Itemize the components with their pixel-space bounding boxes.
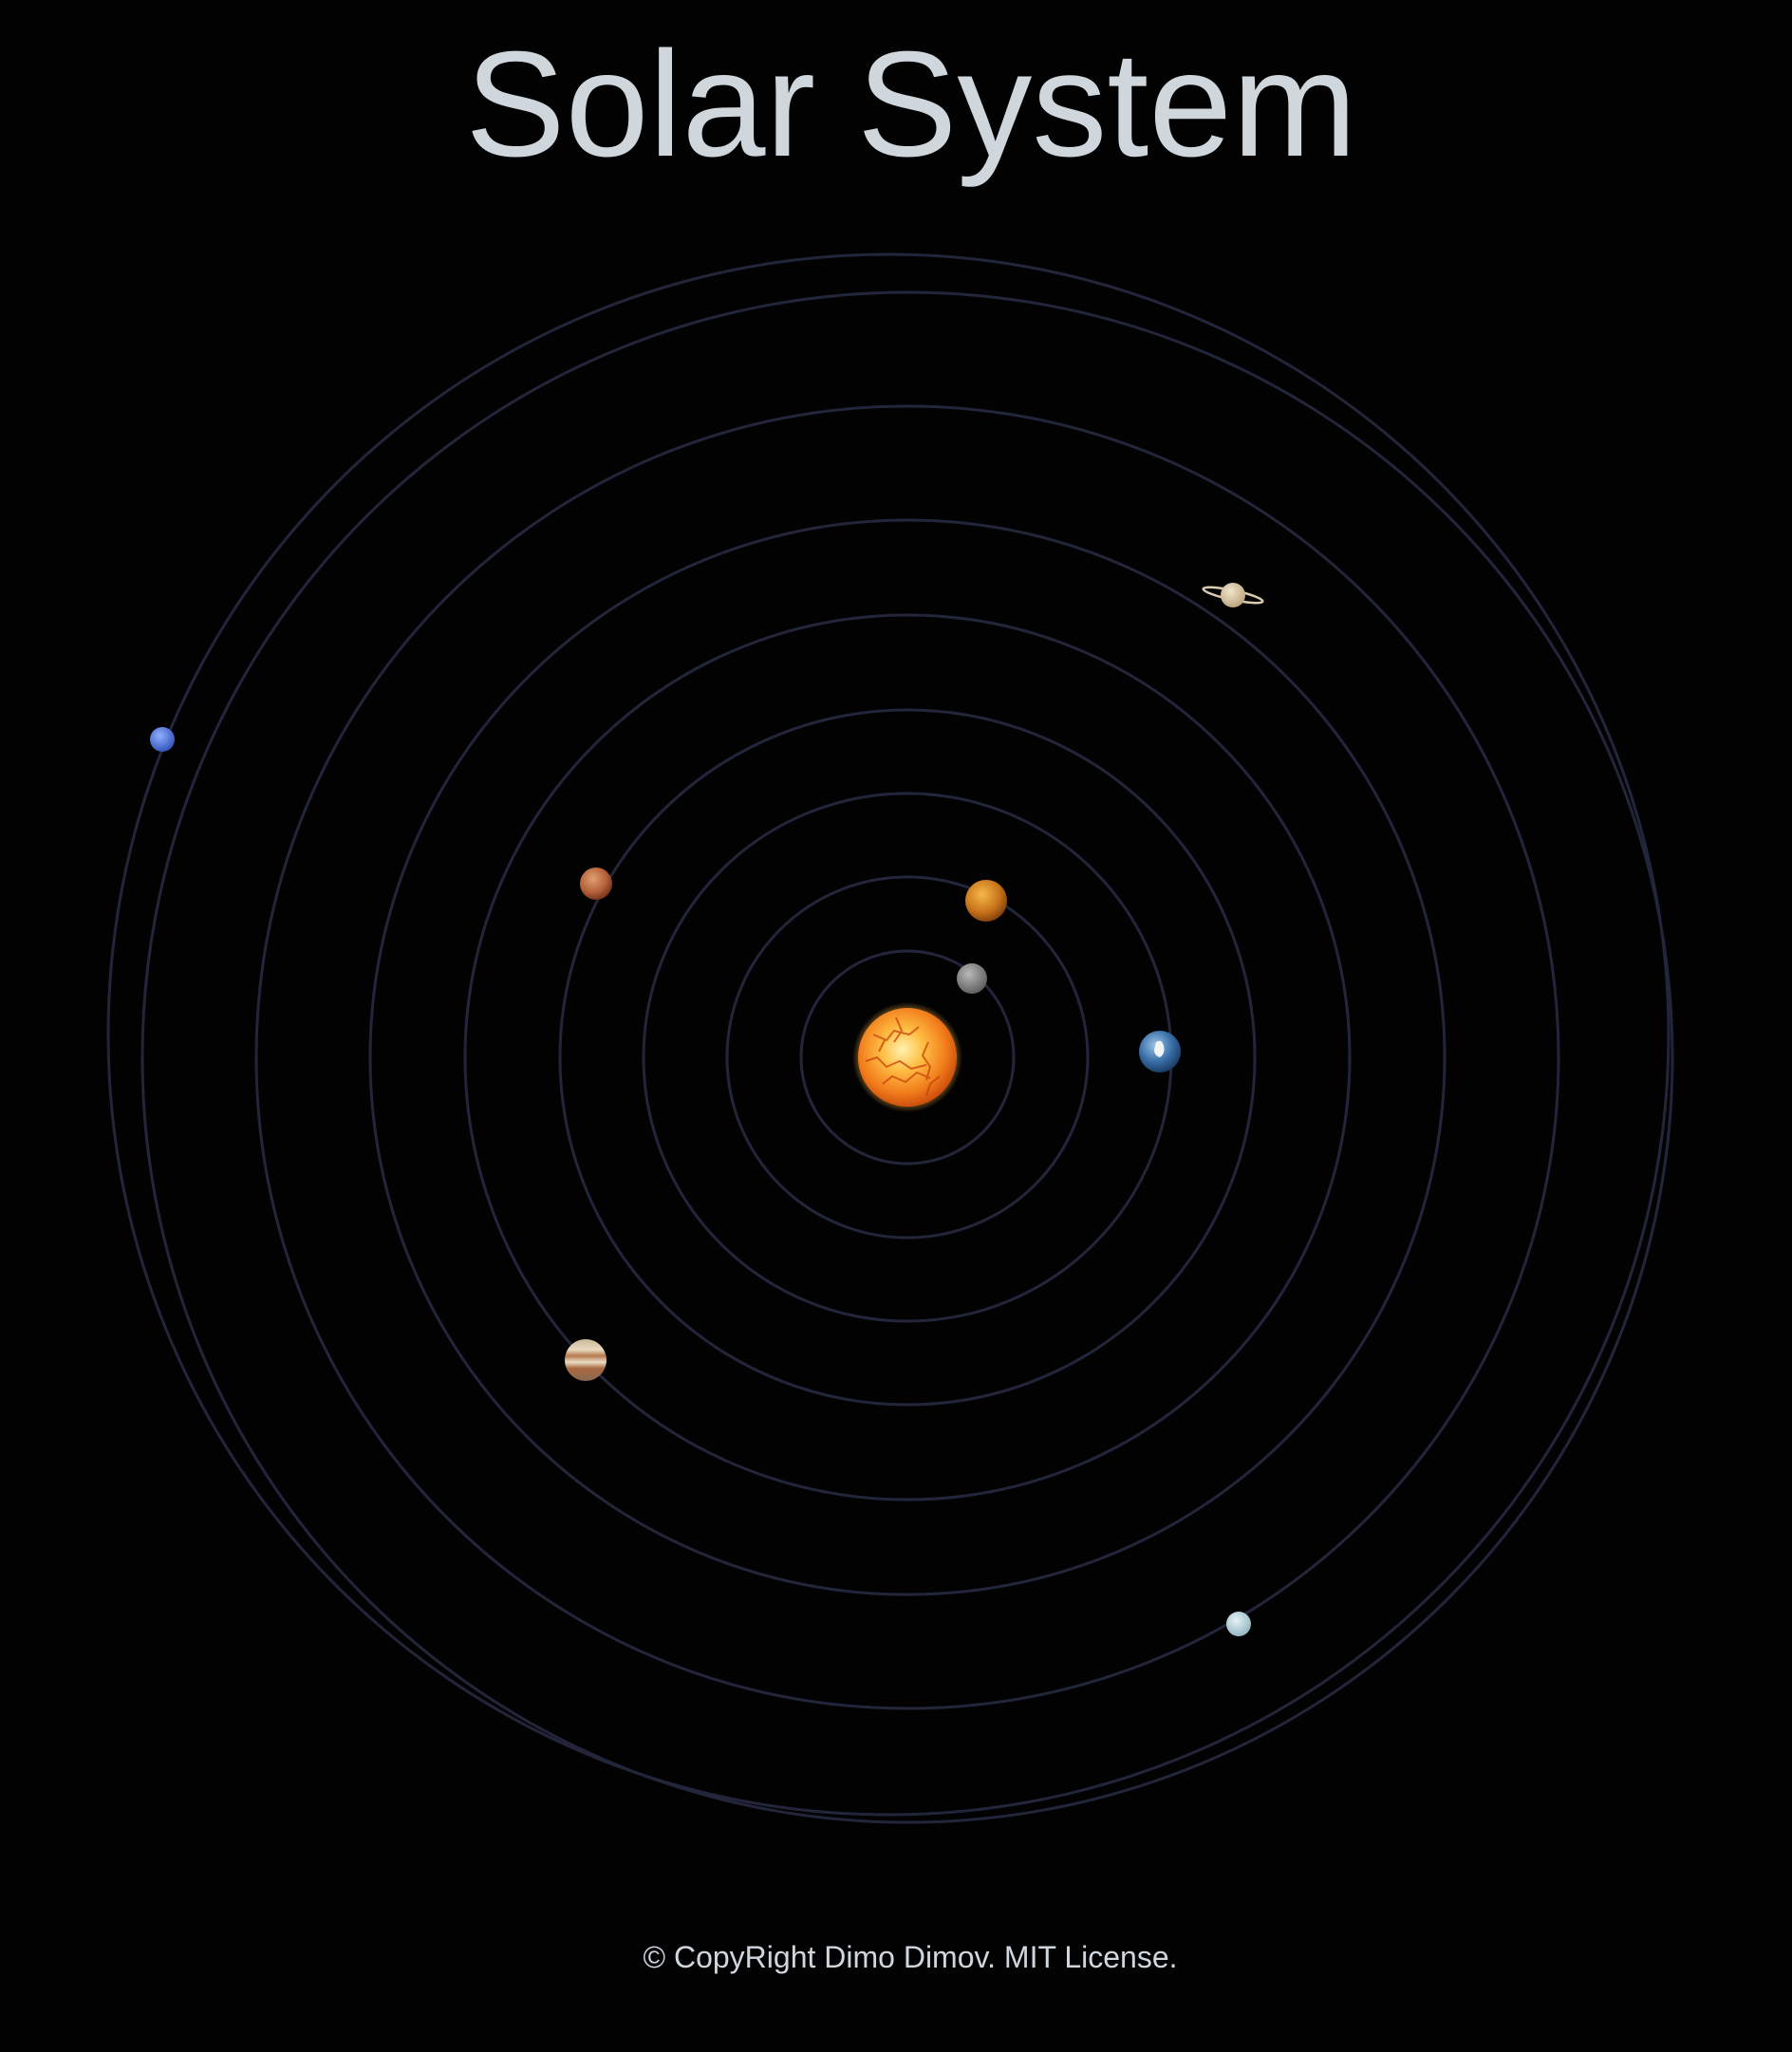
- planet-earth-icon: [1139, 1031, 1181, 1073]
- planet-mercury-icon: [957, 963, 987, 994]
- sun-icon: [852, 1002, 962, 1112]
- planet-jupiter-icon: [565, 1339, 607, 1381]
- planet-venus-icon: [965, 880, 1007, 922]
- solar-system-diagram: [106, 252, 1674, 1824]
- planet-uranus-icon: [1226, 1612, 1251, 1636]
- planet-saturn-icon: [1202, 583, 1264, 607]
- copyright-footer: © CopyRight Dimo Dimov. MIT License.: [643, 1940, 1178, 1974]
- planet-mars-icon: [580, 867, 612, 900]
- planet-neptune-icon: [150, 727, 175, 752]
